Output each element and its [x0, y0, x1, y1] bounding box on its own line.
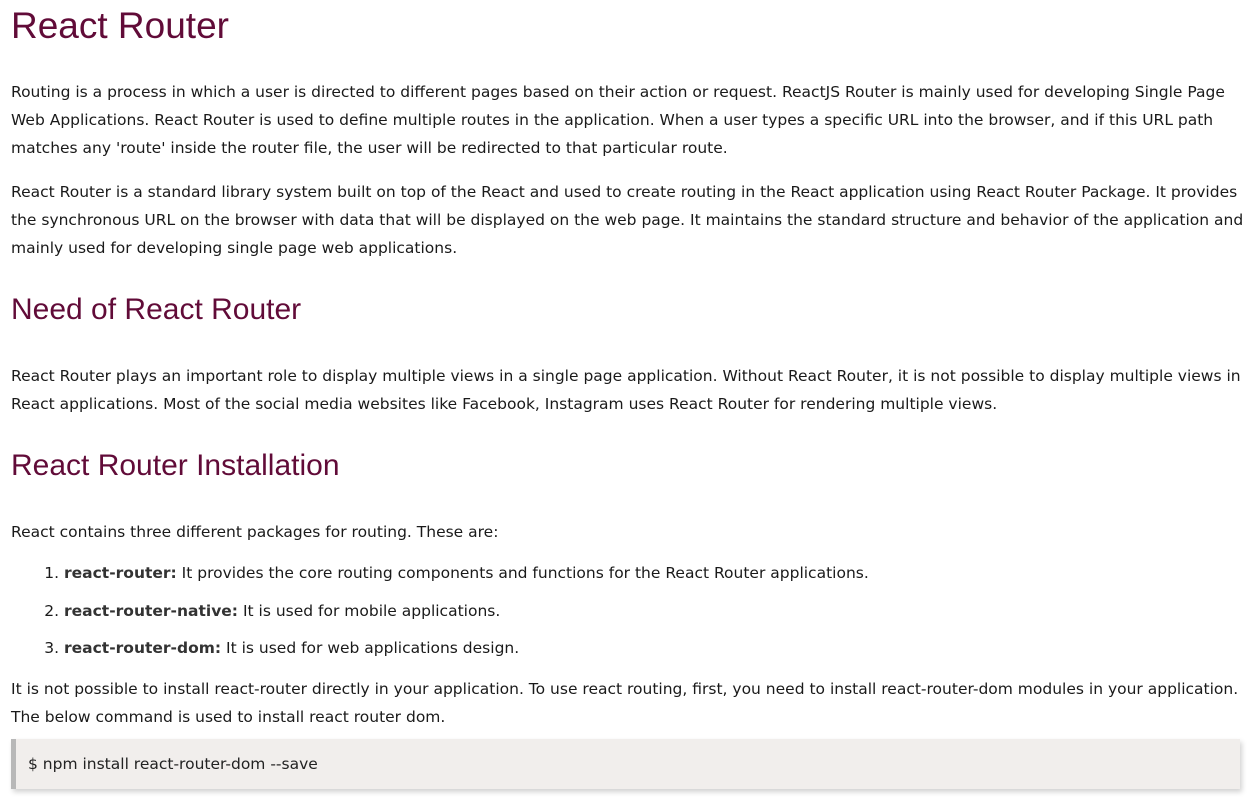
package-item: react-router-dom: It is used for web app… [64, 637, 1246, 659]
installation-note: It is not possible to install react-rout… [11, 679, 1239, 726]
need-heading: Need of React Router [11, 293, 302, 326]
package-list: react-router: It provides the core routi… [11, 562, 1246, 659]
need-paragraph: React Router plays an important role to … [11, 367, 1241, 413]
intro-paragraph-2: React Router is a standard library syste… [11, 183, 1244, 257]
package-desc: It provides the core routing components … [176, 564, 869, 582]
package-desc: It is used for mobile applications. [238, 601, 501, 620]
page-title: React Router [11, 5, 229, 46]
intro-paragraph-1: Routing is a process in which a user is … [11, 83, 1225, 157]
package-desc: It is used for web applications design. [221, 639, 520, 657]
package-item: react-router-native: It is used for mobi… [64, 600, 1246, 622]
command-text[interactable]: $ npm install react-router-dom --save [28, 753, 318, 775]
command-code-block[interactable]: $ npm install react-router-dom --save [11, 739, 1240, 789]
installation-lead: React contains three different packages … [11, 523, 499, 541]
package-name: react-router: [64, 564, 177, 582]
article: React Router Routing is a process in whi… [11, 0, 1246, 789]
package-name: react-router-dom: [64, 639, 222, 657]
package-item: react-router: It provides the core routi… [64, 562, 1246, 584]
installation-heading: React Router Installation [11, 449, 340, 482]
package-name: react-router-native: [64, 601, 239, 620]
